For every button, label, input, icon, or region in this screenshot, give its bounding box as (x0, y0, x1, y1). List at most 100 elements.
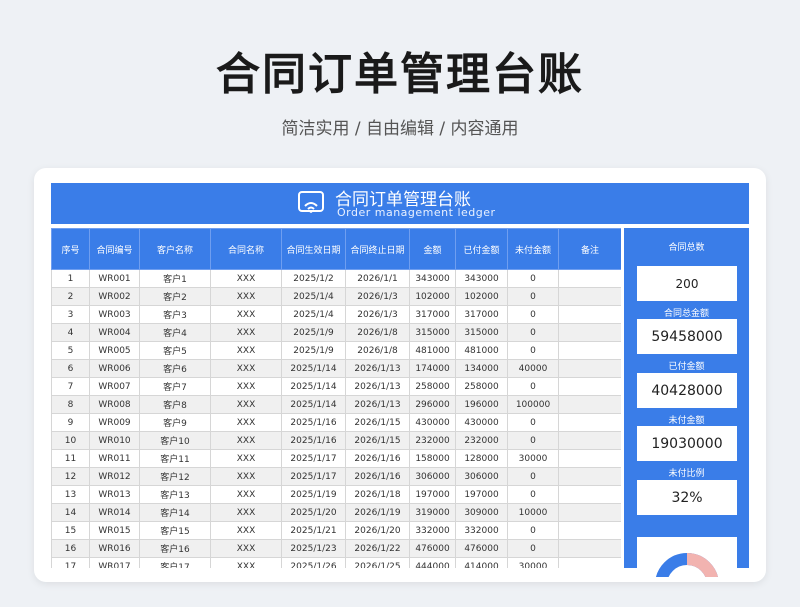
table-cell[interactable]: XXX (210, 539, 282, 558)
table-cell[interactable]: 2026/1/15 (345, 431, 410, 450)
table-cell[interactable]: XXX (210, 521, 282, 540)
table-cell[interactable]: 0 (507, 323, 559, 342)
table-cell[interactable]: WR001 (89, 269, 140, 288)
column-header[interactable]: 合同生效日期 (281, 228, 346, 270)
table-cell[interactable]: 客户1 (139, 269, 211, 288)
table-row[interactable]: 11 WR011 客户11 XXX 2025/1/17 2026/1/16 158000 12… (51, 449, 621, 468)
table-cell[interactable] (558, 539, 621, 558)
table-cell[interactable]: 315000 (409, 323, 456, 342)
table-cell[interactable]: 315000 (455, 323, 508, 342)
table-cell[interactable]: 2025/1/4 (281, 287, 346, 306)
table-cell[interactable]: 0 (507, 341, 559, 360)
table-cell[interactable]: 332000 (409, 521, 456, 540)
table-cell[interactable]: XXX (210, 269, 282, 288)
table-cell[interactable] (558, 521, 621, 540)
table-row[interactable]: 7 WR007 客户7 XXX 2025/1/14 2026/1/13 258000 2580… (51, 377, 621, 396)
table-row[interactable]: 4 WR004 客户4 XXX 2025/1/9 2026/1/8 315000 315000… (51, 323, 621, 342)
table-cell[interactable]: 430000 (409, 413, 456, 432)
table-cell[interactable]: 309000 (455, 503, 508, 522)
table-cell[interactable]: 197000 (409, 485, 456, 504)
table-cell[interactable]: XXX (210, 359, 282, 378)
table-cell[interactable]: 332000 (455, 521, 508, 540)
table-cell[interactable]: 476000 (455, 539, 508, 558)
table-cell[interactable]: 客户4 (139, 323, 211, 342)
table-cell[interactable]: 2026/1/25 (345, 557, 410, 568)
table-cell[interactable]: WR010 (89, 431, 140, 450)
table-cell[interactable]: 343000 (409, 269, 456, 288)
table-cell[interactable]: 客户14 (139, 503, 211, 522)
table-cell[interactable]: 2025/1/20 (281, 503, 346, 522)
table-cell[interactable]: XXX (210, 467, 282, 486)
table-cell[interactable]: 2025/1/17 (281, 449, 346, 468)
table-row[interactable]: 8 WR008 客户8 XXX 2025/1/14 2026/1/13 296000 1960… (51, 395, 621, 414)
table-cell[interactable]: 306000 (409, 467, 456, 486)
table-cell[interactable]: WR013 (89, 485, 140, 504)
table-cell[interactable]: 客户2 (139, 287, 211, 306)
column-header[interactable]: 合同名称 (210, 228, 282, 270)
table-cell[interactable]: XXX (210, 557, 282, 568)
table-cell[interactable]: 102000 (455, 287, 508, 306)
table-cell[interactable]: 2025/1/4 (281, 305, 346, 324)
table-cell[interactable]: 客户5 (139, 341, 211, 360)
table-cell[interactable]: 2026/1/8 (345, 323, 410, 342)
table-cell[interactable]: 296000 (409, 395, 456, 414)
table-cell[interactable]: 174000 (409, 359, 456, 378)
table-cell[interactable]: WR003 (89, 305, 140, 324)
table-cell[interactable]: 13 (51, 485, 90, 504)
table-cell[interactable]: WR015 (89, 521, 140, 540)
table-cell[interactable]: 2026/1/22 (345, 539, 410, 558)
column-header[interactable]: 金额 (409, 228, 456, 270)
table-cell[interactable] (558, 431, 621, 450)
table-cell[interactable]: 0 (507, 521, 559, 540)
table-cell[interactable]: 258000 (455, 377, 508, 396)
table-cell[interactable]: 134000 (455, 359, 508, 378)
column-header[interactable]: 合同编号 (89, 228, 140, 270)
table-cell[interactable]: 258000 (409, 377, 456, 396)
table-cell[interactable]: 319000 (409, 503, 456, 522)
table-cell[interactable]: 2025/1/19 (281, 485, 346, 504)
table-cell[interactable]: 30000 (507, 557, 559, 568)
table-cell[interactable]: 444000 (409, 557, 456, 568)
table-cell[interactable]: 1 (51, 269, 90, 288)
table-cell[interactable]: 0 (507, 467, 559, 486)
table-cell[interactable] (558, 467, 621, 486)
table-cell[interactable] (558, 485, 621, 504)
table-cell[interactable]: 6 (51, 359, 90, 378)
table-row[interactable]: 13 WR013 客户13 XXX 2025/1/19 2026/1/18 197000 19… (51, 485, 621, 504)
table-row[interactable]: 17 WR017 客户17 XXX 2025/1/26 2026/1/25 444000 41… (51, 557, 621, 568)
table-cell[interactable]: 客户10 (139, 431, 211, 450)
table-cell[interactable]: 2025/1/14 (281, 377, 346, 396)
table-cell[interactable]: 客户15 (139, 521, 211, 540)
table-cell[interactable]: 15 (51, 521, 90, 540)
table-cell[interactable]: 306000 (455, 467, 508, 486)
table-cell[interactable]: 2025/1/16 (281, 431, 346, 450)
table-cell[interactable] (558, 413, 621, 432)
table-cell[interactable]: WR007 (89, 377, 140, 396)
table-cell[interactable]: WR011 (89, 449, 140, 468)
table-cell[interactable]: 0 (507, 413, 559, 432)
table-row[interactable]: 2 WR002 客户2 XXX 2025/1/4 2026/1/3 102000 102000… (51, 287, 621, 306)
table-cell[interactable]: 客户6 (139, 359, 211, 378)
table-cell[interactable]: 2026/1/20 (345, 521, 410, 540)
table-cell[interactable]: 2026/1/15 (345, 413, 410, 432)
table-cell[interactable]: XXX (210, 287, 282, 306)
table-row[interactable]: 6 WR006 客户6 XXX 2025/1/14 2026/1/13 174000 1340… (51, 359, 621, 378)
table-cell[interactable]: 2025/1/17 (281, 467, 346, 486)
table-cell[interactable]: 158000 (409, 449, 456, 468)
table-cell[interactable]: XXX (210, 503, 282, 522)
table-cell[interactable]: XXX (210, 449, 282, 468)
table-cell[interactable] (558, 305, 621, 324)
table-cell[interactable]: XXX (210, 341, 282, 360)
table-cell[interactable]: 客户12 (139, 467, 211, 486)
table-cell[interactable]: 102000 (409, 287, 456, 306)
table-cell[interactable]: 客户17 (139, 557, 211, 568)
table-cell[interactable]: 2026/1/19 (345, 503, 410, 522)
table-cell[interactable] (558, 341, 621, 360)
table-cell[interactable]: XXX (210, 485, 282, 504)
table-cell[interactable]: 30000 (507, 449, 559, 468)
table-cell[interactable]: 客户11 (139, 449, 211, 468)
table-cell[interactable]: 481000 (409, 341, 456, 360)
table-cell[interactable]: 476000 (409, 539, 456, 558)
table-cell[interactable]: 232000 (455, 431, 508, 450)
table-cell[interactable]: 客户8 (139, 395, 211, 414)
